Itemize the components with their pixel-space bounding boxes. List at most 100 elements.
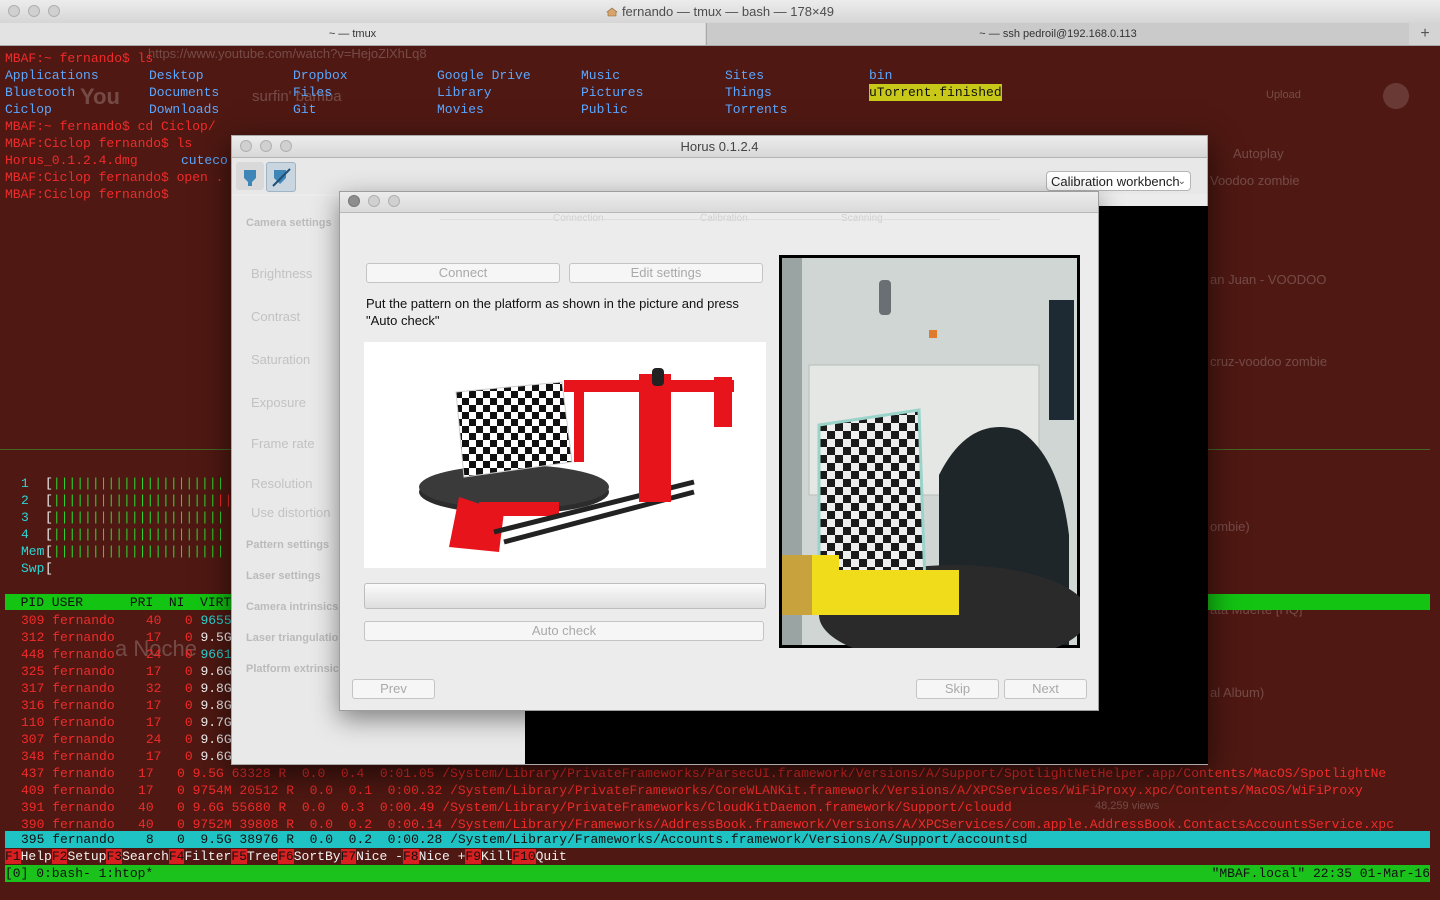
fkey-f8[interactable]: F8: [402, 849, 419, 864]
htop-header-text: PID USER PRI NI VIRT: [5, 595, 232, 610]
ls-row-2-col-2: Documents: [149, 85, 220, 100]
fkey-label: Nice +: [418, 849, 466, 864]
fkey-f4[interactable]: F4: [168, 849, 185, 864]
edit-settings-button[interactable]: Edit settings: [569, 263, 763, 283]
ghost-views: 48,259 views: [1095, 800, 1160, 812]
ghost-item-2: an Juan - VOODOO: [1210, 272, 1327, 287]
process-row-391[interactable]: 391 fernando 40 0 9.6G 55680 R 0.0 0.3 0…: [21, 799, 1012, 816]
chevron-down-icon: ⌄: [1177, 176, 1186, 187]
process-cells: 325 fernando 17 0: [21, 664, 201, 679]
cpu-label-3: 3: [21, 510, 29, 525]
process-row[interactable]: 317 fernando 32 0 9.8G: [21, 680, 232, 697]
fkey-f1[interactable]: F1: [5, 849, 21, 864]
process-cells: 307 fernando 24 0: [21, 732, 201, 747]
terminal-titlebar: fernando — tmux — bash — 178×49: [0, 0, 1440, 24]
step-line: [440, 219, 1000, 220]
ls-row-3-col-2: Downloads: [149, 102, 220, 117]
scanner-illustration: [419, 368, 734, 552]
ls-row-3-col-3: Git: [293, 102, 317, 117]
ghost-item-3: cruz-voodoo zombie: [1210, 354, 1328, 369]
label-brightness: Brightness: [251, 266, 313, 281]
ghost-item-4: ombie): [1210, 519, 1250, 534]
swap-label: Swp: [21, 561, 45, 576]
camera-feed-image: [782, 258, 1089, 665]
process-row-437[interactable]: 437 fernando 17 0 9.5G 63328 R 0.0 0.4 0…: [21, 765, 1386, 782]
section-pattern-settings[interactable]: Pattern settings: [246, 539, 329, 551]
auto-check-button[interactable]: Auto check: [364, 621, 764, 641]
htop-function-keys: F1HelpF2SetupF3SearchF4FilterF5TreeF6Sor…: [5, 848, 1430, 865]
wizard-zoom-button[interactable]: [388, 195, 400, 207]
horus-title: Horus 0.1.2.4: [680, 139, 759, 154]
process-row[interactable]: 316 fernando 17 0 9.8G: [21, 697, 232, 714]
fkey-f10[interactable]: F10: [512, 849, 536, 864]
fkey-label: Nice -: [356, 849, 403, 864]
section-laser-settings[interactable]: Laser settings: [246, 570, 321, 582]
label-frame-rate: Frame rate: [251, 436, 315, 451]
fkey-f2[interactable]: F2: [51, 849, 68, 864]
prompt-line-4: MBAF:Ciclop fernando$ open .: [5, 170, 224, 185]
tmux-windows[interactable]: [0] 0:bash- 1:htop*: [5, 865, 153, 882]
tab-tmux[interactable]: ~ — tmux: [0, 23, 705, 45]
camera-preview: [779, 255, 1089, 665]
fkey-f3[interactable]: F3: [106, 849, 123, 864]
ls-row-2-col-4: Library: [437, 85, 492, 100]
connect-button[interactable]: Connect: [366, 263, 560, 283]
ls-row-1-col-6: Sites: [725, 68, 765, 83]
skip-button[interactable]: Skip: [916, 679, 999, 699]
fkey-f9[interactable]: F9: [465, 849, 481, 864]
ls-row-3-col-5: Public: [581, 102, 628, 117]
ls-row-2-col-1: Bluetooth: [5, 85, 76, 100]
section-platform-extrinsics[interactable]: Platform extrinsics: [246, 663, 345, 675]
process-virt: 9.7G: [200, 715, 232, 730]
prev-button[interactable]: Prev: [352, 679, 435, 699]
fkey-label: SortBy: [293, 849, 341, 864]
process-row[interactable]: 448 fernando 24 0 9661M: [21, 646, 239, 663]
home-icon: [606, 7, 618, 17]
process-row[interactable]: 307 fernando 24 0 9.6G: [21, 731, 232, 748]
label-exposure: Exposure: [251, 395, 306, 410]
terminal-title: fernando — tmux — bash — 178×49: [0, 4, 1440, 19]
section-laser-triangulation[interactable]: Laser triangulation: [246, 632, 345, 644]
fkey-label: Quit: [535, 849, 567, 864]
tmux-status-bar: [0] 0:bash- 1:htop* "MBAF.local" 22:35 0…: [5, 865, 1430, 882]
process-cells: 448 fernando 24 0: [21, 647, 201, 662]
section-camera-settings[interactable]: Camera settings: [246, 217, 332, 229]
fkey-label: Tree: [246, 849, 279, 864]
process-row[interactable]: 110 fernando 17 0 9.7G: [21, 714, 232, 731]
process-row[interactable]: 325 fernando 17 0 9.6G: [21, 663, 232, 680]
next-button[interactable]: Next: [1004, 679, 1087, 699]
process-row[interactable]: 309 fernando 40 0 9655M: [21, 612, 239, 629]
ghost-logo: You: [80, 84, 120, 109]
ls-row-1-col-3: Dropbox: [293, 68, 348, 83]
cpu-meter-4: [||||||||||||||||||||||: [45, 527, 225, 542]
fkey-label: Filter: [184, 849, 232, 864]
section-camera-intrinsics[interactable]: Camera intrinsics: [246, 601, 338, 613]
connect-toolbar-button[interactable]: [236, 162, 264, 190]
fkey-f5[interactable]: F5: [231, 849, 247, 864]
label-resolution: Resolution: [251, 476, 313, 491]
process-cells: 110 fernando 17 0: [21, 715, 201, 730]
process-row[interactable]: 312 fernando 17 0 9.5G: [21, 629, 232, 646]
wizard-close-button[interactable]: [348, 195, 360, 207]
wizard-minimize-button[interactable]: [368, 195, 380, 207]
process-row-409[interactable]: 409 fernando 17 0 9754M 20512 R 0.0 0.1 …: [21, 782, 1363, 799]
disconnect-toolbar-button[interactable]: [266, 162, 296, 192]
process-virt: 9.6G: [200, 664, 232, 679]
tab-ssh[interactable]: ~ — ssh pedroil@192.168.0.113: [706, 23, 1409, 45]
ls-row-3-col-6: Torrents: [725, 102, 788, 117]
workbench-select[interactable]: Calibration workbench ⌄: [1046, 171, 1191, 191]
ls-row-3-col-4: Movies: [437, 102, 484, 117]
mem-meter: [||||||||||||||||||||||: [45, 544, 225, 559]
process-virt: 9.6G: [200, 749, 232, 764]
cpu-label-4: 4: [21, 527, 29, 542]
new-tab-button[interactable]: +: [1410, 23, 1440, 45]
pattern-placement-illustration: [364, 342, 766, 568]
selected-process-text: 395 fernando 8 0 9.5G 38976 R 0.0 0.2 0:…: [21, 832, 1028, 847]
selected-process-row[interactable]: 395 fernando 8 0 9.5G 38976 R 0.0 0.2 0:…: [5, 831, 1430, 848]
ghost-upload: Upload: [1266, 89, 1301, 101]
ls-row-2-col-5: Pictures: [581, 85, 644, 100]
process-row[interactable]: 348 fernando 17 0 9.6G: [21, 748, 232, 765]
fkey-label: Help: [20, 849, 52, 864]
fkey-f6[interactable]: F6: [278, 849, 294, 864]
fkey-f7[interactable]: F7: [340, 849, 357, 864]
